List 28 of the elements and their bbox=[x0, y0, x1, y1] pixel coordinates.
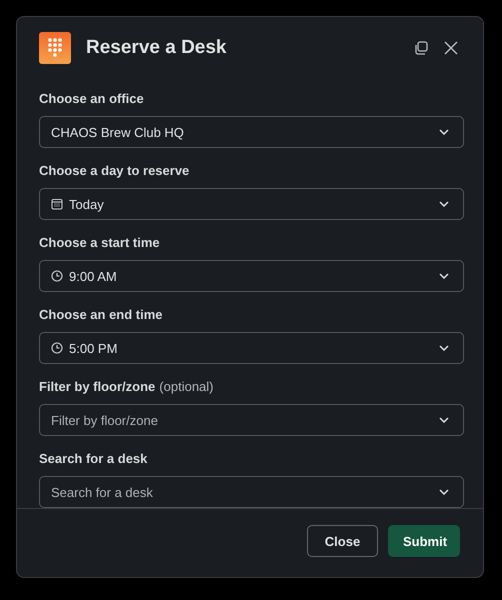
field-label: Choose a start time bbox=[39, 234, 160, 250]
dropdown-field[interactable]: CHAOS Brew Club HQ bbox=[39, 116, 464, 148]
clock-icon bbox=[51, 270, 63, 282]
app-logo-icon bbox=[39, 32, 71, 64]
dropdown-field[interactable]: Filter by floor/zone bbox=[39, 404, 464, 436]
field-label: Choose an end time bbox=[39, 306, 163, 322]
chevron-down-icon bbox=[439, 489, 449, 495]
window-title: Reserve a Desk bbox=[86, 37, 226, 59]
chevron-down-icon bbox=[439, 273, 449, 279]
calendar-icon bbox=[51, 198, 63, 210]
close-icon[interactable] bbox=[443, 40, 459, 56]
copy-icon[interactable] bbox=[413, 40, 429, 56]
dropdown-field[interactable]: Search for a desk bbox=[39, 476, 464, 508]
submit-button[interactable]: Submit bbox=[388, 525, 460, 557]
dropdown-field[interactable]: 9:00 AM bbox=[39, 260, 464, 292]
field-label: Filter by floor/zone bbox=[39, 378, 156, 394]
optional-hint: (optional) bbox=[159, 378, 214, 394]
dropdown-field[interactable]: Today bbox=[39, 188, 464, 220]
close-button[interactable]: Close bbox=[307, 525, 378, 557]
chevron-down-icon bbox=[439, 201, 449, 207]
field-label: Choose a day to reserve bbox=[39, 162, 190, 178]
clock-icon bbox=[51, 342, 63, 354]
chevron-down-icon bbox=[439, 417, 449, 423]
field-label: Search for a desk bbox=[39, 450, 148, 466]
chevron-down-icon bbox=[439, 345, 449, 351]
chevron-down-icon bbox=[439, 129, 449, 135]
dropdown-field[interactable]: 5:00 PM bbox=[39, 332, 464, 364]
field-label: Choose an office bbox=[39, 90, 144, 106]
